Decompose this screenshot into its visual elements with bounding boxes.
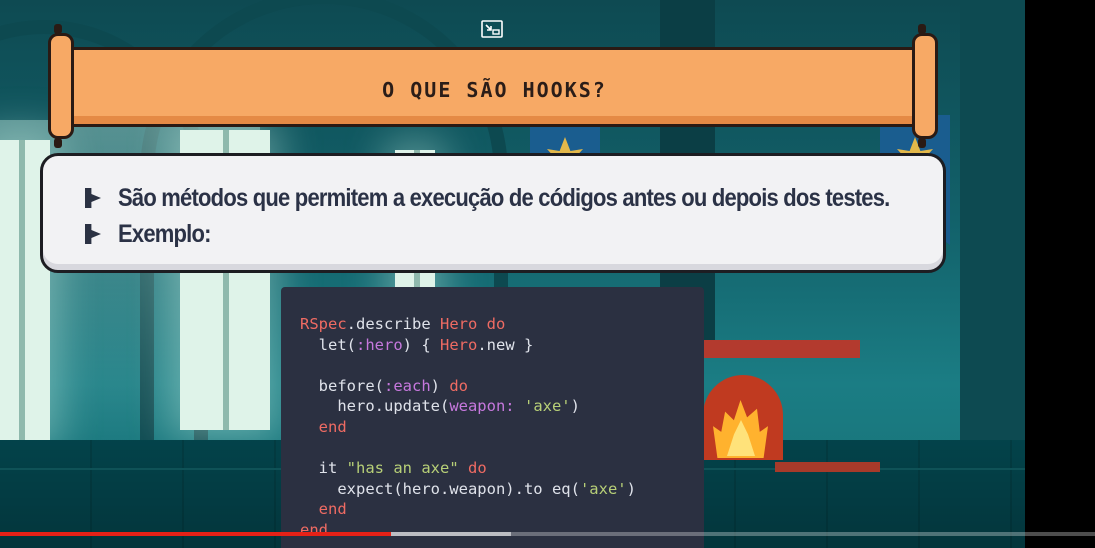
bullet-icon xyxy=(85,188,101,208)
code-token: it xyxy=(300,459,347,478)
code-line: let(:hero) { Hero.new } xyxy=(300,335,534,356)
title-scroll: O QUE SÃO HOOKS? xyxy=(48,24,938,148)
code-line: it "has an axe" do xyxy=(300,459,487,479)
bullet-text: Exemplo: xyxy=(118,219,211,248)
code-line: end xyxy=(300,521,328,541)
code-token: .new } xyxy=(477,335,534,354)
video-frame[interactable]: O QUE SÃO HOOKS? São métodos que permite… xyxy=(0,0,1025,548)
code-line: end xyxy=(300,418,347,438)
code-token: ) xyxy=(626,479,636,498)
code-token: RSpec xyxy=(300,315,347,333)
code-token: :hero xyxy=(356,335,403,354)
code-token: Hero xyxy=(440,335,478,354)
code-token: 'axe' xyxy=(523,397,571,416)
code-token: ) xyxy=(430,376,450,395)
code-token: end xyxy=(300,418,347,436)
slide-title: O QUE SÃO HOOKS? xyxy=(382,78,607,102)
code-token: hero.update( xyxy=(300,397,450,416)
player-side-area xyxy=(1025,0,1095,548)
code-token: ) xyxy=(570,397,580,416)
scroll-body: O QUE SÃO HOOKS? xyxy=(64,47,925,127)
code-line: end xyxy=(300,500,347,520)
code-block: RSpec.describe Hero do let(:hero) { Hero… xyxy=(281,287,704,548)
code-token: weapon: xyxy=(449,397,515,416)
progress-bar[interactable] xyxy=(0,532,1095,536)
bullet-icon xyxy=(85,224,101,244)
code-token: ) { xyxy=(402,335,440,354)
exit-fullscreen-icon[interactable] xyxy=(481,20,503,38)
scroll-rod-right xyxy=(912,24,938,148)
bullet-text: São métodos que permitem a execução de c… xyxy=(118,183,890,212)
bullet-item: São métodos que permitem a execução de c… xyxy=(85,181,995,215)
fireplace-mantel xyxy=(690,340,860,358)
bullet-item: Exemplo: xyxy=(85,217,223,251)
code-token: .describe xyxy=(346,315,440,333)
code-line: RSpec.describe Hero do xyxy=(300,315,505,335)
progress-played xyxy=(0,532,391,536)
code-line: expect(hero.weapon).to eq('axe') xyxy=(300,480,636,500)
code-line: before(:each) do xyxy=(300,377,468,397)
castle-pillar xyxy=(960,0,1025,460)
code-token: expect(hero.weapon).to eq( xyxy=(300,479,580,498)
code-token: end xyxy=(300,500,347,519)
code-token: before( xyxy=(300,376,384,395)
code-token: do xyxy=(449,376,469,395)
code-token: end xyxy=(300,521,328,539)
fireplace-hearth xyxy=(775,462,880,472)
code-token: let( xyxy=(300,335,356,354)
code-token: do xyxy=(477,315,506,333)
code-token: "has an axe" xyxy=(346,459,459,478)
code-line: hero.update(weapon: 'axe') xyxy=(300,397,580,417)
code-token: :each xyxy=(384,376,431,395)
code-token: do xyxy=(458,459,487,478)
code-token: 'axe' xyxy=(579,479,627,498)
code-token: Hero xyxy=(440,315,478,333)
bullet-panel: São métodos que permitem a execução de c… xyxy=(40,153,946,273)
scroll-rod-left xyxy=(48,24,74,148)
